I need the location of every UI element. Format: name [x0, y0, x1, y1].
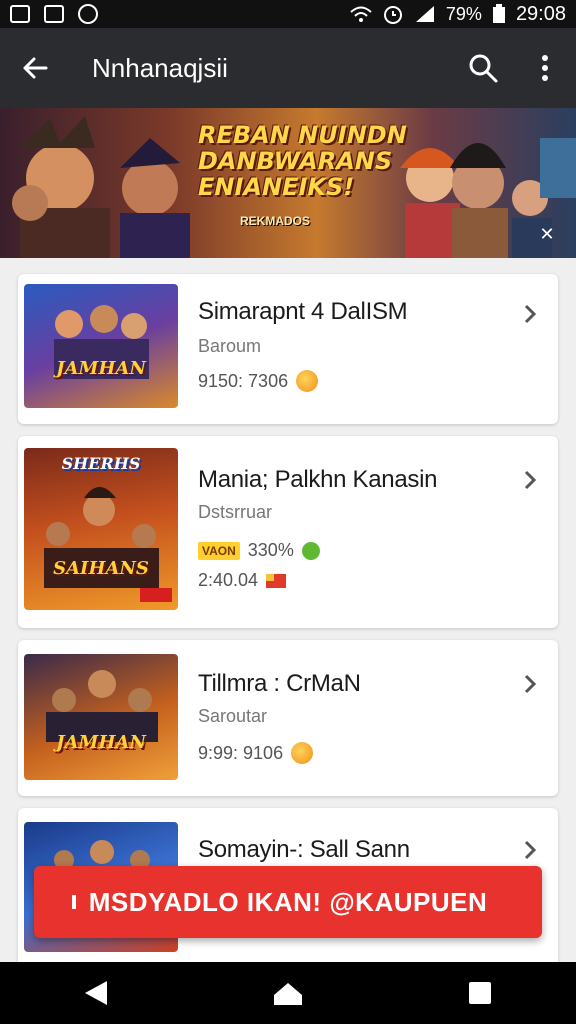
game-subtitle: Baroum — [198, 336, 262, 356]
recents-icon — [469, 982, 491, 1004]
nav-home-button[interactable] — [258, 973, 318, 1013]
list-item[interactable]: JAMHAN Simarapnt 4 DalISM Baroum 9150: 7… — [18, 274, 558, 424]
thumbnail-logo: JAMHAN — [56, 732, 146, 753]
signal-icon — [415, 6, 434, 22]
chevron-right-icon — [518, 468, 542, 492]
back-triangle-icon — [85, 981, 107, 1005]
game-stats: 9150: 7306 — [198, 370, 289, 391]
coin-icon — [296, 370, 319, 392]
nav-back-button[interactable] — [66, 973, 126, 1013]
back-button[interactable] — [0, 56, 70, 80]
banner-headline-line: REBAN NUINDN — [198, 121, 407, 149]
sync-icon — [78, 4, 98, 24]
list-item[interactable]: SHERHS SAIHANS Mania; Palkhn Kanasin Dst… — [18, 436, 558, 628]
game-title: Somayin-: Sall Sann — [198, 836, 410, 863]
game-meta: 9150: 7306 — [198, 370, 319, 392]
cta-label: MSDYADLO IKAN! @KAUPUEN — [88, 886, 488, 917]
list-item[interactable]: JAMHAN Tillmra : CrMaN Saroutar 9:99: 91… — [18, 640, 558, 796]
status-bar: 79% 29:08 — [0, 0, 576, 28]
game-title: Tillmra : CrMaN — [198, 670, 361, 697]
battery-icon — [492, 4, 505, 23]
game-meta: 9:99: 9106 — [198, 742, 314, 764]
game-subtitle: Dstsrruar — [198, 502, 273, 522]
game-thumbnail: SHERHS SAIHANS — [24, 448, 178, 610]
chevron-right-icon — [518, 838, 542, 862]
nav-recents-button[interactable] — [450, 973, 510, 1013]
check-badge-icon — [301, 541, 320, 560]
system-nav-bar — [0, 962, 576, 1024]
image-icon — [10, 5, 30, 23]
promo-tag: VAON — [198, 541, 240, 560]
wifi-icon — [350, 6, 372, 22]
home-icon — [274, 983, 302, 1005]
banner-headline-line: ENIANEIKS! — [198, 173, 355, 201]
search-button[interactable] — [452, 53, 514, 83]
thumbnail-art — [54, 305, 149, 379]
promo-banner[interactable]: REBAN NUINDN DANBWARANS ENIANEIKS! REKMA… — [0, 108, 576, 258]
gallery-icon — [44, 5, 64, 23]
banner-headline-line: DANBWARANS — [198, 147, 393, 175]
expand-icon[interactable]: ✕ — [536, 224, 558, 246]
page-title: Nnhanaqjsii — [92, 52, 228, 83]
chevron-right-icon — [518, 302, 542, 326]
game-stats: 330% — [247, 540, 294, 560]
status-right: 79% 29:08 — [350, 3, 566, 26]
game-subtitle: Saroutar — [198, 706, 268, 726]
app-bar: Nnhanaqjsii — [0, 28, 576, 108]
more-vert-icon — [542, 55, 548, 81]
thumbnail-logo: SAIHANS — [53, 558, 149, 579]
thumbnail-art — [46, 670, 158, 742]
game-title: Mania; Palkhn Kanasin — [198, 466, 438, 493]
game-thumbnail: JAMHAN — [24, 284, 178, 408]
status-left-icons — [10, 4, 98, 24]
banner-headline: REBAN NUINDN DANBWARANS ENIANEIKS! — [198, 122, 408, 200]
game-thumbnail: JAMHAN — [24, 654, 178, 780]
thumbnail-top-logo: SHERHS — [61, 454, 141, 473]
game-stats-secondary: 2:40.04 — [198, 570, 259, 590]
search-icon — [469, 54, 498, 83]
flag-icon — [266, 573, 287, 588]
cta-mark-icon — [72, 895, 76, 909]
game-meta: VAON 330% — [198, 540, 320, 561]
chevron-right-icon — [518, 672, 542, 696]
alarm-icon — [383, 6, 402, 24]
battery-percent: 79% — [445, 3, 482, 24]
cta-button[interactable]: MSDYADLO IKAN! @KAUPUEN — [34, 866, 542, 938]
arrow-left-icon — [23, 57, 48, 79]
clock: 29:08 — [515, 2, 566, 25]
game-title: Simarapnt 4 DalISM — [198, 298, 408, 325]
game-stats: 9:99: 9106 — [198, 742, 284, 763]
coin-icon — [291, 742, 314, 764]
more-options-button[interactable] — [514, 54, 576, 82]
banner-subtext: REKMADOS — [240, 214, 311, 228]
game-meta-secondary: 2:40.04 — [198, 570, 287, 591]
thumbnail-logo: JAMHAN — [56, 358, 146, 379]
